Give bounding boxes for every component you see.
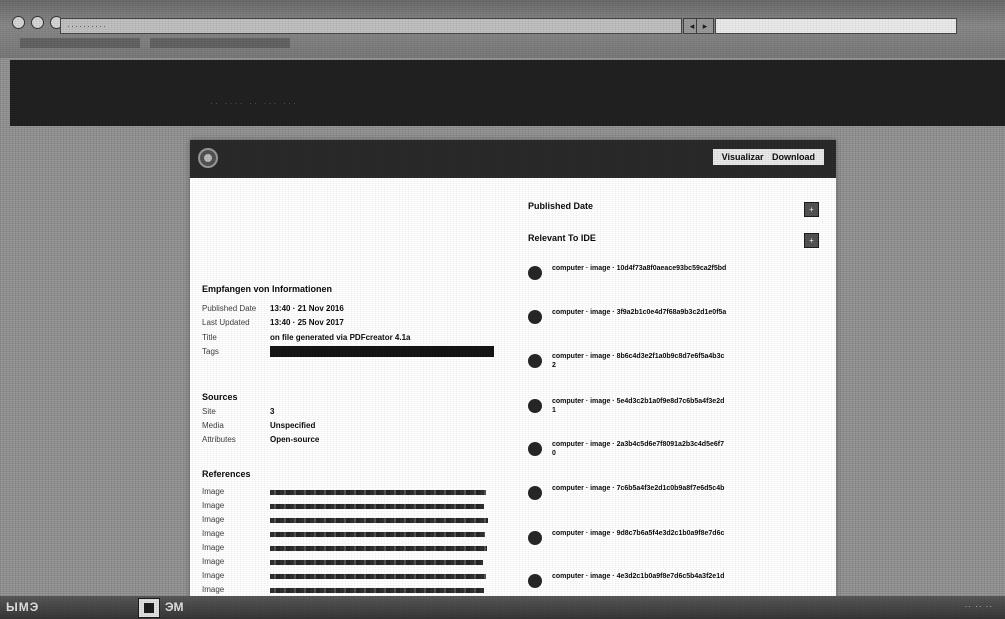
kv-key: Image bbox=[202, 571, 225, 580]
forward-button[interactable]: ▸ bbox=[696, 18, 714, 34]
os-taskbar: ЫМЭ ЭМ ·· ·· ·· bbox=[0, 596, 1005, 619]
reference-link[interactable] bbox=[270, 490, 486, 495]
app-window-icon[interactable] bbox=[138, 598, 160, 618]
kv-key: Published Date bbox=[202, 304, 257, 313]
list-item[interactable]: computer · image · 3f9a2b1c0e4d7f68a9b3c… bbox=[528, 306, 728, 334]
right-label-relevant: Relevant To IDE bbox=[528, 233, 596, 243]
kv-value: 13:40 · 25 Nov 2017 bbox=[270, 318, 344, 327]
avatar bbox=[528, 574, 542, 588]
list-item-text: computer · image · 2a3b4c5d6e7f8091a2b3c… bbox=[552, 441, 724, 457]
start-button[interactable]: ЫМЭ bbox=[6, 600, 39, 614]
tab-strip bbox=[20, 38, 290, 52]
avatar bbox=[528, 531, 542, 545]
references-section-title: References bbox=[202, 469, 251, 479]
bookmarks-text: ·· ···· ·· ··· ··· bbox=[210, 98, 298, 108]
list-item[interactable]: computer · image · 10d4f73a8f0aeace93bc5… bbox=[528, 262, 728, 290]
kv-key: Image bbox=[202, 557, 225, 566]
kv-key: Title bbox=[202, 333, 217, 342]
reference-link[interactable] bbox=[270, 560, 483, 565]
kv-key: Media bbox=[202, 421, 224, 430]
view-button[interactable]: Visualizar bbox=[722, 152, 764, 162]
right-label-published: Published Date bbox=[528, 201, 594, 211]
list-item-text: computer · image · 5e4d3c2b1a0f9e8d7c6b5… bbox=[552, 398, 725, 414]
reference-link[interactable] bbox=[270, 588, 484, 593]
address-text: ·········· bbox=[67, 21, 107, 31]
list-item-text: computer · image · 7c6b5a4f3e2d1c0b9a8f7… bbox=[552, 485, 725, 492]
avatar bbox=[528, 310, 542, 324]
kv-value: 3 bbox=[270, 407, 275, 416]
reference-link[interactable] bbox=[270, 532, 485, 537]
list-item-text: computer · image · 3f9a2b1c0e4d7f68a9b3c… bbox=[552, 309, 727, 316]
reference-link[interactable] bbox=[270, 546, 487, 551]
kv-key: Image bbox=[202, 501, 225, 510]
browser-title-bar: ·········· ◂ ▸ bbox=[0, 0, 1005, 58]
reference-link[interactable] bbox=[270, 574, 486, 579]
document-panel: Visualizar Download Empfangen von Inform… bbox=[190, 140, 836, 599]
list-item-text: computer · image · 8b6c4d3e2f1a0b9c8d7e6… bbox=[552, 353, 725, 369]
avatar bbox=[528, 486, 542, 500]
address-bar[interactable]: ·········· bbox=[60, 18, 682, 34]
list-item[interactable]: computer · image · 7c6b5a4f3e2d1c0b9a8f7… bbox=[528, 482, 728, 510]
redacted-bar bbox=[270, 346, 494, 357]
kv-key: Last Updated bbox=[202, 318, 250, 327]
search-input[interactable] bbox=[715, 18, 957, 34]
list-item[interactable]: computer · image · 5e4d3c2b1a0f9e8d7c6b5… bbox=[528, 395, 728, 423]
general-section-title: Empfangen von Informationen bbox=[202, 284, 333, 294]
avatar bbox=[528, 399, 542, 413]
sources-section-title: Sources bbox=[202, 392, 238, 402]
expand-button[interactable]: + bbox=[804, 233, 819, 248]
list-item[interactable]: computer · image · 9d8c7b6a5f4e3d2c1b0a9… bbox=[528, 527, 728, 555]
panel-header: Visualizar Download bbox=[190, 140, 836, 178]
kv-key: Image bbox=[202, 487, 225, 496]
list-item[interactable]: computer · image · 8b6c4d3e2f1a0b9c8d7e6… bbox=[528, 350, 728, 378]
kv-value: Unspecified bbox=[270, 421, 316, 430]
avatar bbox=[528, 354, 542, 368]
system-tray: ·· ·· ·· bbox=[964, 602, 993, 611]
list-item-text: computer · image · 10d4f73a8f0aeace93bc5… bbox=[552, 265, 727, 272]
tab-2[interactable] bbox=[150, 38, 290, 48]
window-controls bbox=[12, 16, 63, 29]
list-item[interactable]: computer · image · 2a3b4c5d6e7f8091a2b3c… bbox=[528, 438, 728, 466]
kv-key: Image bbox=[202, 543, 225, 552]
minimize-window-icon[interactable] bbox=[31, 16, 44, 29]
list-item[interactable]: computer · image · 4e3d2c1b0a9f8e7d6c5b4… bbox=[528, 570, 728, 598]
close-window-icon[interactable] bbox=[12, 16, 25, 29]
reference-link[interactable] bbox=[270, 504, 484, 509]
taskbar-app-label[interactable]: ЭМ bbox=[165, 600, 184, 614]
download-button[interactable]: Download bbox=[772, 152, 815, 162]
list-item-text: computer · image · 4e3d2c1b0a9f8e7d6c5b4… bbox=[552, 573, 725, 580]
bookmarks-bar: ·· ···· ·· ··· ··· bbox=[10, 60, 1005, 126]
kv-key: Image bbox=[202, 529, 225, 538]
expand-button[interactable]: + bbox=[804, 202, 819, 217]
kv-key: Site bbox=[202, 407, 216, 416]
kv-key: Image bbox=[202, 585, 225, 594]
kv-value: 13:40 · 21 Nov 2016 bbox=[270, 304, 344, 313]
kv-key: Tags bbox=[202, 347, 219, 356]
header-actions: Visualizar Download bbox=[712, 149, 824, 165]
reference-link[interactable] bbox=[270, 518, 488, 523]
app-logo-icon[interactable] bbox=[198, 148, 218, 168]
kv-value: Open-source bbox=[270, 435, 320, 444]
kv-key: Image bbox=[202, 515, 225, 524]
tab-1[interactable] bbox=[20, 38, 140, 48]
avatar bbox=[528, 266, 542, 280]
list-item-text: computer · image · 9d8c7b6a5f4e3d2c1b0a9… bbox=[552, 530, 725, 537]
kv-value: on file generated via PDFcreator 4.1a bbox=[270, 333, 411, 342]
avatar bbox=[528, 442, 542, 456]
kv-key: Attributes bbox=[202, 435, 236, 444]
